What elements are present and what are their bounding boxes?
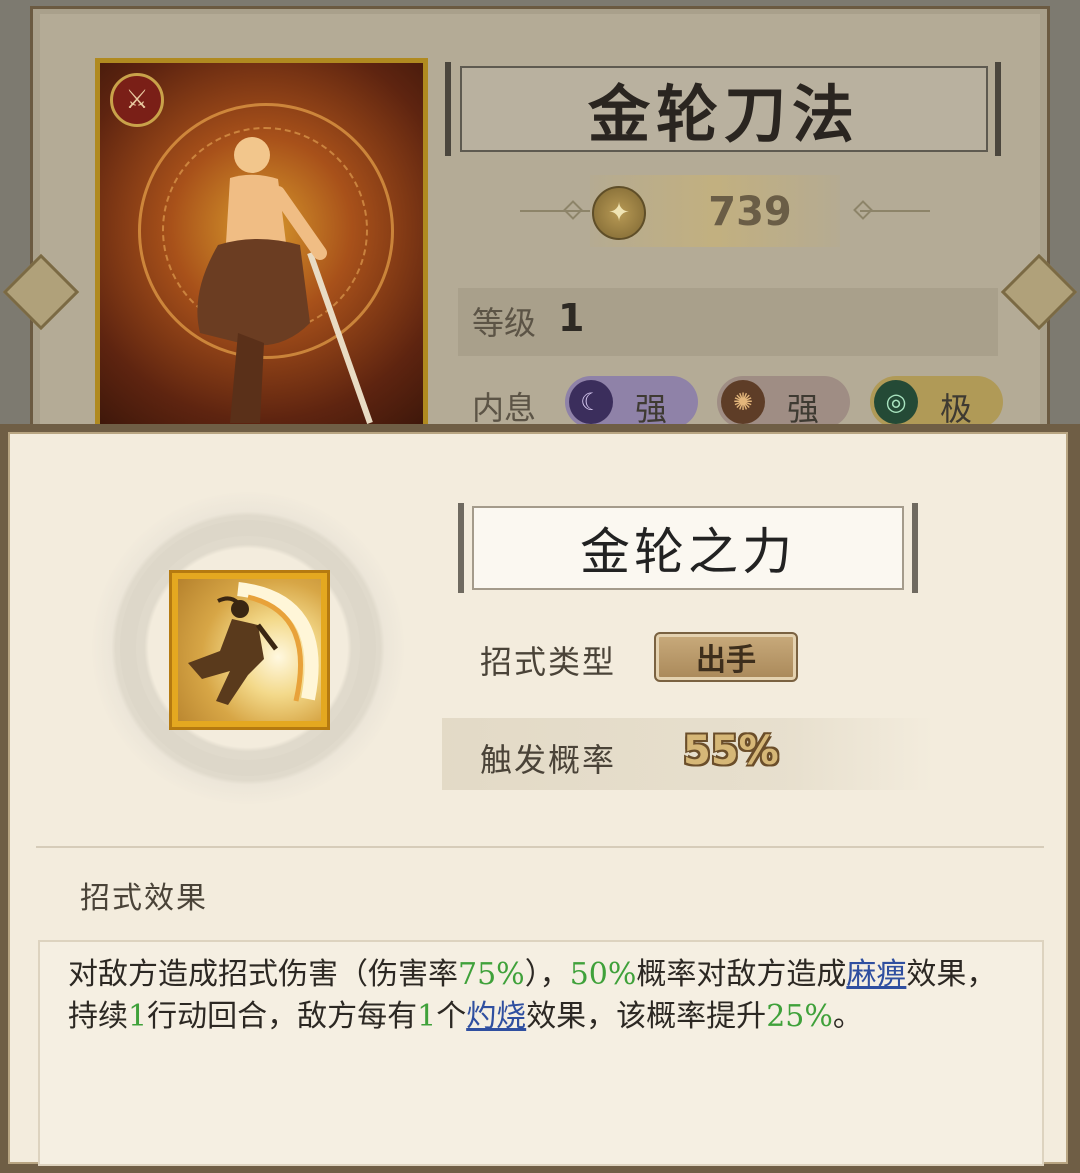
level-row [458,288,998,356]
sun-icon: ✺ [721,380,765,424]
skill-type-badge: 出手 [654,632,798,682]
effect-number: 1 [128,999,148,1034]
burn-keyword-link[interactable]: 灼烧 [466,999,526,1034]
jade-ring-icon: ◎ [874,380,918,424]
neixi-pill-moon[interactable]: ☾ 强 [565,376,698,428]
paralysis-keyword-link[interactable]: 麻痹 [846,957,906,992]
monk-warrior-illustration [197,137,373,424]
effect-text-segment: 行动回合，敌方每有 [147,999,418,1034]
background-title-box: 金轮刀法 [460,66,988,152]
effect-number: 1 [417,999,437,1034]
level-label: 等级 [472,304,537,342]
skill-title-box: 金轮之力 [472,506,904,590]
effect-text-segment: 效果，该概率提升 [526,999,767,1034]
effect-text-segment: ）， [524,957,570,992]
effect-text-segment: 。 [832,999,863,1034]
effect-number: 50% [569,957,637,992]
moon-icon: ☾ [569,380,613,424]
neixi-pill-jade[interactable]: ◎ 极 [870,376,1003,428]
effect-text-segment: 概率对敌方造成 [636,957,847,992]
golden-blade-dancer-icon [178,579,321,721]
sword-medal-icon: ✦ [592,186,646,240]
neixi-pill-sun[interactable]: ✺ 强 [717,376,850,428]
effect-description: 对敌方造成招式伤害（伤害率75%），50%概率对敌方造成麻痹效果，持续1行动回合… [68,954,1018,1038]
section-divider [36,846,1044,848]
skill-name: 金轮之力 [580,523,796,581]
skill-type-label: 招式类型 [480,643,617,681]
level-value: 1 [558,296,585,340]
sword-emblem-icon: ⚔ [110,73,164,127]
effect-text-segment: 个 [436,999,467,1034]
effect-number: 25% [766,999,833,1034]
effect-text-segment: 对敌方造成招式伤害（伤害率 [68,957,458,992]
martial-art-name: 金轮刀法 [587,78,860,151]
effect-number: 75% [458,957,525,992]
martial-art-card-art: ⚔ [95,58,428,433]
skill-icon-frame [169,570,330,730]
effect-heading: 招式效果 [80,881,208,916]
trigger-rate-label: 触发概率 [480,741,617,779]
power-value: 739 [708,189,792,235]
trigger-rate-value: 55% [683,728,779,774]
neixi-label: 内息 [472,389,537,427]
